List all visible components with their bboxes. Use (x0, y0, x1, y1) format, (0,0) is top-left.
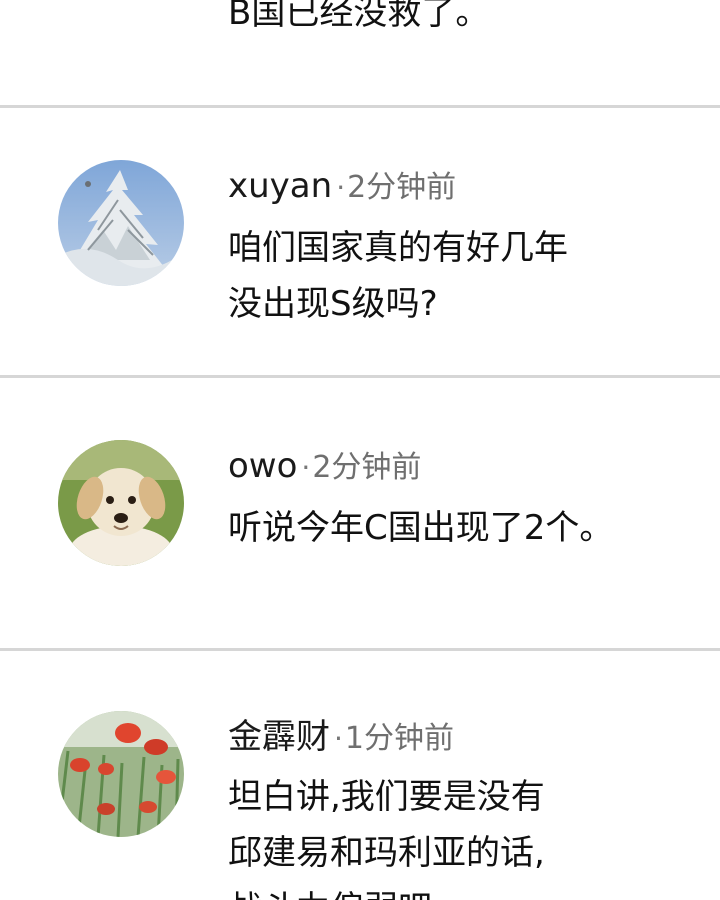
previous-comment-text: B国已经没救了。 (228, 0, 490, 33)
comment-meta: 金霹财 ·1分钟前 (228, 717, 454, 763)
avatar[interactable] (58, 440, 184, 566)
comment-text-line: 没出现S级吗? (228, 284, 438, 324)
comment-body: 听说今年C国出现了2个。 (228, 500, 708, 556)
comment-feed: B国已经没救了。 xuyan ·2分钟前 咱们国家真的有好几年 没出现S级吗? … (0, 0, 720, 900)
username[interactable]: xuyan (228, 166, 332, 206)
comment-text-line: 战斗力偏弱吧 (228, 881, 698, 900)
comment-body: 咱们国家真的有好几年 没出现S级吗? (228, 220, 698, 332)
avatar[interactable] (58, 711, 184, 837)
comment-meta: xuyan ·2分钟前 (228, 166, 456, 212)
timestamp: 2分钟前 (347, 170, 457, 205)
timestamp: 1分钟前 (344, 721, 454, 756)
comment-item[interactable]: 金霹财·1分钟前 坦白讲,我们要是没有 邱建易和玛利亚的话, 战斗力偏弱吧 (0, 651, 720, 900)
poppy-flowers-avatar-icon (58, 711, 184, 837)
separator: · (301, 451, 311, 484)
puppy-avatar-icon (58, 440, 184, 566)
comment-meta: owo ·2分钟前 (228, 446, 421, 492)
comment-item[interactable]: owo ·2分钟前 听说今年C国出现了2个。 (0, 378, 720, 648)
username[interactable]: owo (228, 446, 297, 486)
separator: · (334, 722, 343, 755)
username[interactable]: 金霹财 (228, 717, 330, 757)
comment-text-line: 咱们国家真的有好几年 (228, 228, 568, 268)
avatar[interactable] (58, 160, 184, 286)
comment-text-line: 听说今年C国出现了2个。 (228, 508, 614, 548)
comment-text-line: 邱建易和玛利亚的话, (228, 833, 545, 873)
snowy-tree-avatar-icon (58, 160, 184, 286)
separator: · (336, 171, 346, 204)
comment-item[interactable]: xuyan ·2分钟前 咱们国家真的有好几年 没出现S级吗? (0, 108, 720, 376)
comment-body: 坦白讲,我们要是没有 邱建易和玛利亚的话, 战斗力偏弱吧 (228, 769, 698, 900)
comment-text-line: 坦白讲,我们要是没有 (228, 777, 545, 817)
timestamp: 2分钟前 (312, 450, 422, 485)
